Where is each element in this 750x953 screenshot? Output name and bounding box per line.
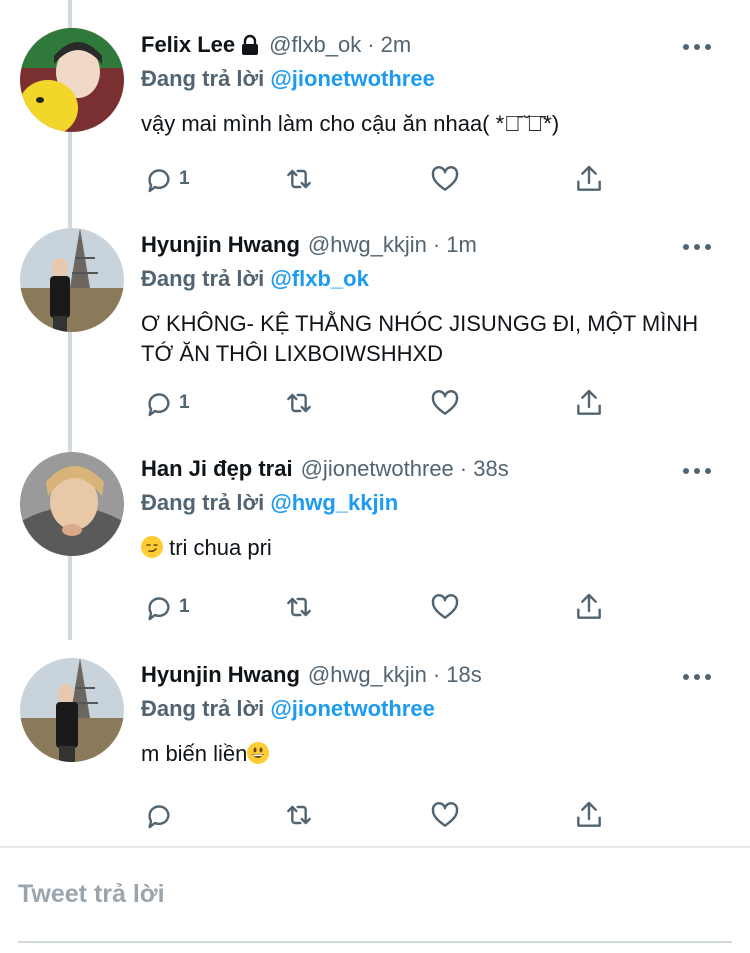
share-button[interactable] — [573, 590, 605, 624]
reply-button[interactable]: 1 — [143, 590, 190, 624]
replying-to: Đang trả lời @jionetwothree — [141, 63, 734, 95]
reply-icon — [148, 393, 170, 417]
like-icon — [431, 594, 459, 619]
handle[interactable]: @jionetwothree — [301, 456, 454, 482]
tweet-text-row: tri chua pri — [141, 533, 734, 563]
reply-button[interactable]: 1 — [143, 162, 190, 196]
tweet-actions: 1 — [141, 162, 741, 196]
replying-to-handle[interactable]: @jionetwothree — [270, 66, 434, 91]
like-button[interactable] — [429, 162, 461, 196]
handle[interactable]: @hwg_kkjin — [308, 232, 427, 258]
like-icon — [431, 390, 459, 415]
share-icon — [577, 389, 601, 415]
like-icon — [431, 802, 459, 827]
replying-to-label: Đang trả lời — [141, 66, 265, 91]
reply-count: 1 — [179, 392, 190, 413]
timestamp[interactable]: · 38s — [460, 456, 509, 482]
avatar[interactable] — [20, 28, 124, 132]
share-icon — [577, 593, 601, 619]
tweet-actions: 1 — [141, 386, 741, 420]
handle[interactable]: @hwg_kkjin — [308, 662, 427, 688]
replying-to-label: Đang trả lời — [141, 266, 265, 291]
share-button[interactable] — [573, 386, 605, 420]
avatar[interactable] — [20, 228, 124, 332]
handle[interactable]: @flxb_ok — [269, 32, 361, 58]
reply-compose-input[interactable]: Tweet trả lời — [18, 880, 165, 909]
reply-count: 1 — [179, 596, 190, 617]
retweet-icon — [287, 597, 311, 617]
replying-to-label: Đang trả lời — [141, 696, 265, 721]
timestamp[interactable]: · 18s — [433, 662, 482, 688]
replying-to: Đang trả lời @hwg_kkjin — [141, 487, 734, 519]
tweet-text: tri chua pri — [163, 535, 272, 560]
replying-to-label: Đang trả lời — [141, 490, 265, 515]
reply-button[interactable]: 1 — [143, 386, 190, 420]
tweet[interactable]: Hyunjin Hwang @hwg_kkjin · 18s Đang trả … — [0, 658, 750, 838]
reply-icon — [148, 169, 170, 193]
tweet-text-row: m biến liền — [141, 739, 734, 769]
share-button[interactable] — [573, 798, 605, 832]
tweet-text: Ơ KHÔNG- KỆ THẰNG NHÓC JISUNGG ĐI, MỘT M… — [141, 311, 699, 366]
more-icon[interactable] — [683, 672, 713, 682]
retweet-button[interactable] — [283, 162, 315, 196]
like-button[interactable] — [429, 386, 461, 420]
avatar[interactable] — [20, 658, 124, 762]
replying-to-handle[interactable]: @jionetwothree — [270, 696, 434, 721]
tweet-actions — [141, 798, 741, 832]
display-name[interactable]: Hyunjin Hwang — [141, 662, 300, 688]
display-name[interactable]: Hyunjin Hwang — [141, 232, 300, 258]
smirk-emoji-icon — [141, 536, 163, 558]
compose-underline — [18, 941, 732, 943]
like-icon — [431, 166, 459, 191]
replying-to: Đang trả lời @jionetwothree — [141, 693, 734, 725]
more-icon[interactable] — [683, 42, 713, 52]
like-button[interactable] — [429, 590, 461, 624]
tweet[interactable]: Hyunjin Hwang @hwg_kkjin · 1m Đang trả l… — [0, 228, 750, 428]
timestamp[interactable]: · 2m — [367, 32, 411, 58]
tweet[interactable]: Felix Lee @flxb_ok · 2m Đang trả lời @ji… — [0, 28, 750, 208]
compose-divider — [0, 846, 750, 848]
reply-icon — [148, 805, 170, 829]
retweet-icon — [287, 393, 311, 413]
lock-icon — [239, 34, 261, 56]
display-name[interactable]: Han Ji đẹp trai — [141, 456, 293, 482]
tweet-text: m biến liền — [141, 741, 248, 766]
replying-to-handle[interactable]: @hwg_kkjin — [270, 490, 398, 515]
replying-to: Đang trả lời @flxb_ok — [141, 263, 734, 295]
tweet[interactable]: Han Ji đẹp trai @jionetwothree · 38s Đan… — [0, 452, 750, 632]
share-icon — [577, 801, 601, 827]
retweet-button[interactable] — [283, 590, 315, 624]
share-icon — [577, 165, 601, 191]
retweet-icon — [287, 169, 311, 189]
retweet-button[interactable] — [283, 798, 315, 832]
retweet-icon — [287, 805, 311, 825]
reply-button[interactable] — [143, 798, 175, 832]
reply-icon — [148, 597, 170, 621]
more-icon[interactable] — [683, 242, 713, 252]
retweet-button[interactable] — [283, 386, 315, 420]
more-icon[interactable] — [683, 466, 713, 476]
share-button[interactable] — [573, 162, 605, 196]
avatar[interactable] — [20, 452, 124, 556]
replying-to-handle[interactable]: @flxb_ok — [270, 266, 368, 291]
timestamp[interactable]: · 1m — [433, 232, 477, 258]
grin-emoji-icon — [247, 742, 270, 764]
tweet-text: vậy mai mình làm cho cậu ăn nhaa( *ค̄ ̆ค… — [141, 111, 560, 136]
reply-count: 1 — [179, 168, 190, 189]
like-button[interactable] — [429, 798, 461, 832]
display-name[interactable]: Felix Lee — [141, 32, 235, 58]
tweet-actions: 1 — [141, 590, 741, 624]
